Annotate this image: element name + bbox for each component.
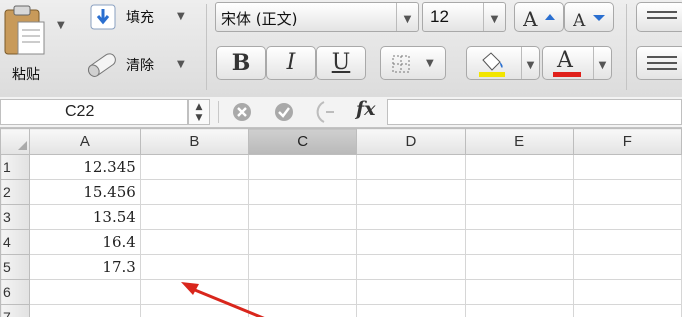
font-size-select[interactable]: 12 ▼ bbox=[422, 2, 506, 32]
font-color-swatch bbox=[553, 72, 581, 77]
fill-color-dropdown-icon[interactable]: ▼ bbox=[521, 47, 539, 79]
ribbon-divider-2 bbox=[626, 4, 627, 90]
fill-color-button[interactable]: ▼ bbox=[466, 46, 540, 80]
italic-icon: I bbox=[286, 50, 296, 75]
ribbon-toolbar: ▼ 粘贴 填充 ▼ 清除 ▼ 宋体 (正文) ▼ 12 ▼ A A B I U … bbox=[0, 0, 682, 98]
ribbon-divider bbox=[206, 4, 207, 90]
font-family-select[interactable]: 宋体 (正文) ▼ bbox=[215, 2, 419, 32]
bold-button[interactable]: B bbox=[216, 46, 266, 80]
paste-label: 粘贴 bbox=[12, 67, 40, 83]
underline-button[interactable]: U bbox=[316, 46, 366, 80]
name-box-value: C22 bbox=[65, 103, 95, 120]
borders-icon bbox=[392, 55, 410, 73]
fill-label: 填充 bbox=[126, 10, 154, 26]
paint-bucket-icon bbox=[479, 52, 505, 77]
font-color-button[interactable]: A ▼ bbox=[542, 46, 612, 80]
font-color-dropdown-icon[interactable]: ▼ bbox=[593, 47, 611, 79]
clear-dropdown-icon[interactable]: ▼ bbox=[177, 59, 185, 70]
formula-bar-divider bbox=[218, 101, 219, 123]
clear-label: 清除 bbox=[126, 58, 154, 74]
fill-color-swatch bbox=[479, 72, 505, 77]
annotation-arrow-icon bbox=[181, 282, 265, 317]
align-top-button[interactable] bbox=[636, 2, 682, 32]
spreadsheet-grid: A B C D E F 1 12.345 2 15.456 3 13.54 4 … bbox=[0, 128, 682, 317]
decrease-font-icon: A bbox=[573, 11, 605, 30]
eraser-icon bbox=[87, 53, 116, 77]
increase-font-icon: A bbox=[523, 7, 555, 30]
borders-dropdown-icon[interactable]: ▼ bbox=[426, 58, 434, 69]
align-left-icon bbox=[647, 56, 677, 70]
svg-text:A: A bbox=[523, 7, 538, 30]
cancel-icon[interactable] bbox=[232, 102, 252, 122]
font-family-value: 宋体 (正文) bbox=[221, 10, 298, 28]
decrease-font-size-button[interactable]: A bbox=[564, 2, 614, 32]
align-lines-icon bbox=[647, 11, 677, 19]
font-color-icon: A bbox=[557, 48, 573, 73]
font-family-dropdown-icon[interactable]: ▼ bbox=[396, 3, 418, 31]
formula-bar: C22 ▲ ▼ fx bbox=[0, 97, 682, 128]
clear-button[interactable]: 清除 ▼ bbox=[84, 50, 194, 80]
increase-font-size-button[interactable]: A bbox=[514, 2, 564, 32]
fx-icon[interactable]: fx bbox=[356, 98, 376, 120]
paste-button[interactable]: ▼ 粘贴 bbox=[0, 0, 70, 92]
enter-checkmark-icon[interactable] bbox=[274, 102, 294, 122]
font-size-dropdown-icon[interactable]: ▼ bbox=[483, 3, 505, 31]
fill-dropdown-icon[interactable]: ▼ bbox=[177, 11, 185, 22]
underline-icon: U bbox=[331, 50, 351, 75]
italic-button[interactable]: I bbox=[266, 46, 316, 80]
borders-button[interactable]: ▼ bbox=[380, 46, 446, 80]
bold-icon: B bbox=[231, 50, 251, 76]
font-size-value: 12 bbox=[430, 7, 449, 26]
clipboard-icon bbox=[4, 5, 45, 55]
fill-button[interactable]: 填充 ▼ bbox=[88, 2, 193, 32]
name-box-stepper[interactable]: ▲ ▼ bbox=[188, 99, 210, 125]
name-box[interactable]: C22 bbox=[0, 99, 188, 125]
align-left-button[interactable] bbox=[636, 46, 682, 80]
formula-builder-icon[interactable] bbox=[314, 101, 340, 123]
paste-dropdown-icon[interactable]: ▼ bbox=[57, 20, 65, 31]
svg-text:A: A bbox=[573, 11, 586, 30]
formula-input[interactable] bbox=[387, 99, 682, 125]
fill-down-icon bbox=[90, 4, 116, 30]
